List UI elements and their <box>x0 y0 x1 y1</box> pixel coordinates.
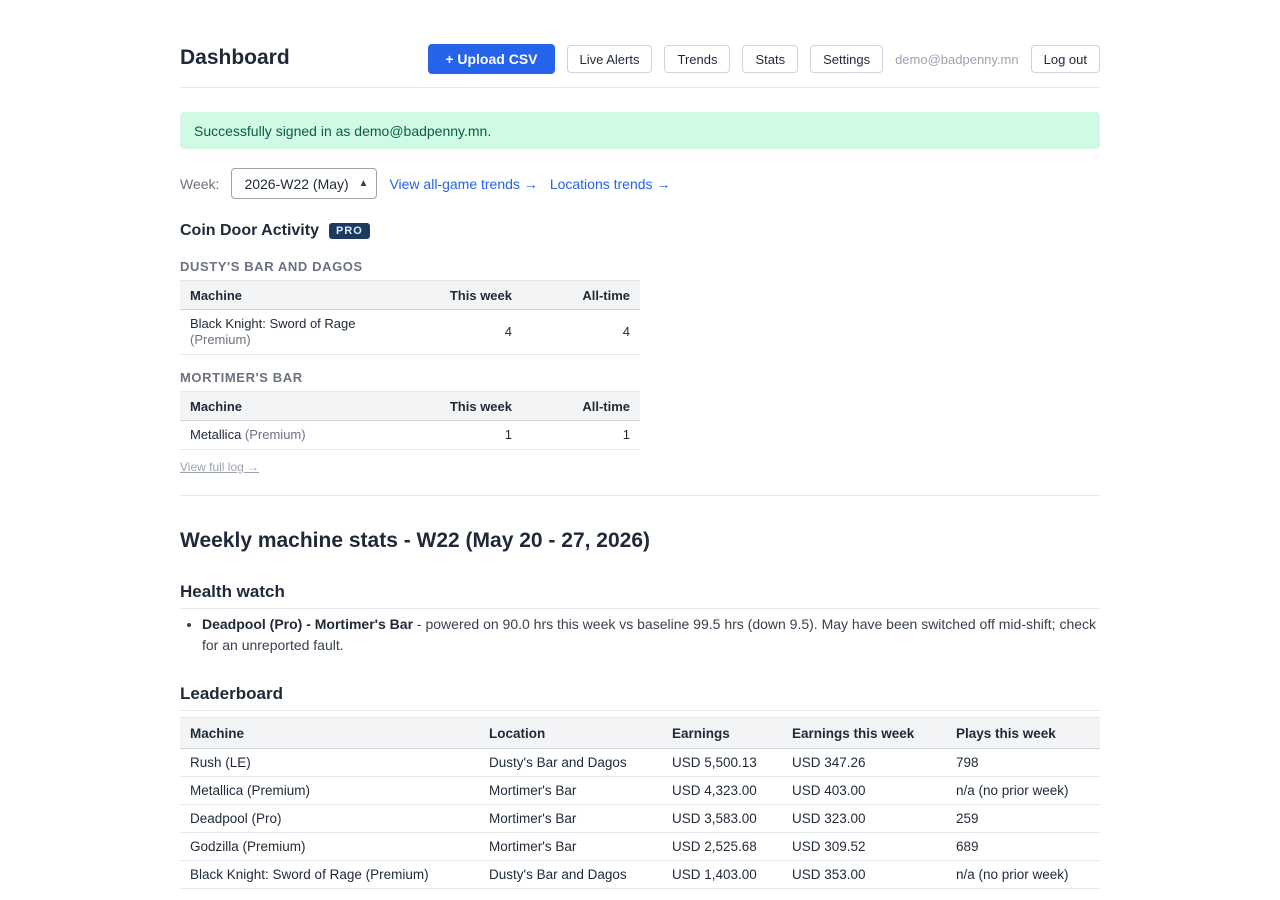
pro-badge: PRO <box>328 223 370 239</box>
column-header: All-time <box>522 391 640 421</box>
page-title: Dashboard <box>180 46 290 69</box>
table-header-row: Machine This week All-time <box>180 280 640 310</box>
column-header: All-time <box>522 280 640 310</box>
table-row: Godzilla (Premium) Mortimer's Bar USD 2,… <box>180 832 1100 861</box>
column-header: Plays this week <box>946 717 1100 749</box>
earnings-week-cell: USD 323.00 <box>782 804 946 833</box>
table-row: Metallica (Premium) 1 1 <box>180 420 640 450</box>
week-select[interactable]: 2026-W22 (May) ▲︎ <box>231 168 378 199</box>
earnings-week-cell: USD 347.26 <box>782 748 946 777</box>
flash-success-message: Successfully signed in as demo@badpenny.… <box>180 112 1100 149</box>
week-select-value: 2026-W22 (May) <box>244 175 349 192</box>
plays-week-cell: 259 <box>946 804 1100 833</box>
coin-door-location-heading: DUSTY'S BAR AND DAGOS <box>180 259 363 274</box>
location-cell: Mortimer's Bar <box>479 776 662 805</box>
chevron-down-icon: ▲︎ <box>358 178 369 189</box>
upload-csv-button[interactable]: + Upload CSV <box>428 44 555 74</box>
earnings-week-cell: USD 403.00 <box>782 776 946 805</box>
user-email: demo@badpenny.mn <box>895 51 1019 67</box>
machine-cell: Black Knight: Sword of Rage (Premium) <box>180 309 405 355</box>
table-header-row: Machine This week All-time <box>180 391 640 421</box>
machine-cell: Black Knight: Sword of Rage (Premium) <box>180 860 479 889</box>
logout-button[interactable]: Log out <box>1030 45 1100 73</box>
location-cell: Mortimer's Bar <box>479 804 662 833</box>
trends-button[interactable]: Trends <box>664 45 731 73</box>
machine-cell: Godzilla (Premium) <box>180 832 479 861</box>
stats-button[interactable]: Stats <box>742 45 799 73</box>
coin-door-table: Machine This week All-time Black Knight:… <box>180 280 640 355</box>
section-divider <box>180 495 1100 496</box>
coin-door-heading: Coin Door Activity PRO <box>180 222 370 240</box>
all-time-cell: 4 <box>522 309 640 355</box>
table-row: Black Knight: Sword of Rage (Premium) 4 … <box>180 309 640 355</box>
earnings-week-cell: USD 353.00 <box>782 860 946 889</box>
view-full-log-link[interactable]: View full log → <box>180 460 259 474</box>
table-header-row: Machine Location Earnings Earnings this … <box>180 717 1100 749</box>
machine-cell: Deadpool (Pro) <box>180 804 479 833</box>
column-header: Machine <box>180 391 405 421</box>
health-subject: Deadpool (Pro) - Mortimer's Bar <box>202 616 414 632</box>
plays-week-cell: n/a (no prior week) <box>946 860 1100 889</box>
table-row: Black Knight: Sword of Rage (Premium) Du… <box>180 860 1100 889</box>
plays-week-cell: 798 <box>946 748 1100 777</box>
location-cell: Dusty's Bar and Dagos <box>479 860 662 889</box>
machine-cell: Rush (LE) <box>180 748 479 777</box>
column-header: Machine <box>180 280 405 310</box>
earnings-cell: USD 1,403.00 <box>662 860 782 889</box>
table-row: Metallica (Premium) Mortimer's Bar USD 4… <box>180 776 1100 805</box>
earnings-cell: USD 3,583.00 <box>662 804 782 833</box>
coin-door-location-heading: MORTIMER'S BAR <box>180 370 303 385</box>
column-header: Earnings <box>662 717 782 749</box>
week-selector-row: Week: 2026-W22 (May) ▲︎ View all-game tr… <box>180 168 670 199</box>
earnings-cell: USD 4,323.00 <box>662 776 782 805</box>
machine-cell: Metallica (Premium) <box>180 420 405 450</box>
column-header: This week <box>405 280 522 310</box>
earnings-cell: USD 2,525.68 <box>662 832 782 861</box>
this-week-cell: 4 <box>405 309 522 355</box>
dashboard-container: Dashboard + Upload CSV Live Alerts Trend… <box>180 0 1100 889</box>
all-game-trends-link[interactable]: View all-game trends → <box>389 176 537 192</box>
top-nav: + Upload CSV Live Alerts Trends Stats Se… <box>428 44 1100 74</box>
location-cell: Mortimer's Bar <box>479 832 662 861</box>
column-header: This week <box>405 391 522 421</box>
column-header: Earnings this week <box>782 717 946 749</box>
edition-label: (Premium) <box>190 332 251 347</box>
table-row: Rush (LE) Dusty's Bar and Dagos USD 5,50… <box>180 748 1100 777</box>
leaderboard-table: Machine Location Earnings Earnings this … <box>180 717 1100 889</box>
location-cell: Dusty's Bar and Dagos <box>479 748 662 777</box>
table-row: Deadpool (Pro) Mortimer's Bar USD 3,583.… <box>180 804 1100 833</box>
this-week-cell: 1 <box>405 420 522 450</box>
machine-cell: Metallica (Premium) <box>180 776 479 805</box>
column-header: Machine <box>180 717 479 749</box>
all-time-cell: 1 <box>522 420 640 450</box>
plays-week-cell: 689 <box>946 832 1100 861</box>
column-header: Location <box>479 717 662 749</box>
week-label: Week: <box>180 175 220 192</box>
page-header: Dashboard + Upload CSV Live Alerts Trend… <box>180 0 1100 88</box>
locations-trends-link[interactable]: Locations trends → <box>550 176 671 192</box>
settings-button[interactable]: Settings <box>810 45 884 73</box>
list-item: Deadpool (Pro) - Mortimer's Bar - powere… <box>202 614 1100 656</box>
health-watch-heading: Health watch <box>180 582 1100 609</box>
plays-week-cell: n/a (no prior week) <box>946 776 1100 805</box>
weekly-stats-title: Weekly machine stats - W22 (May 20 - 27,… <box>180 529 650 552</box>
health-watch-list: Deadpool (Pro) - Mortimer's Bar - powere… <box>180 614 1100 656</box>
earnings-week-cell: USD 309.52 <box>782 832 946 861</box>
coin-door-title: Coin Door Activity <box>180 222 319 239</box>
earnings-cell: USD 5,500.13 <box>662 748 782 777</box>
live-alerts-button[interactable]: Live Alerts <box>566 45 653 73</box>
coin-door-table: Machine This week All-time Metallica (Pr… <box>180 391 640 450</box>
leaderboard-heading: Leaderboard <box>180 684 1100 711</box>
edition-label: (Premium) <box>244 427 306 442</box>
